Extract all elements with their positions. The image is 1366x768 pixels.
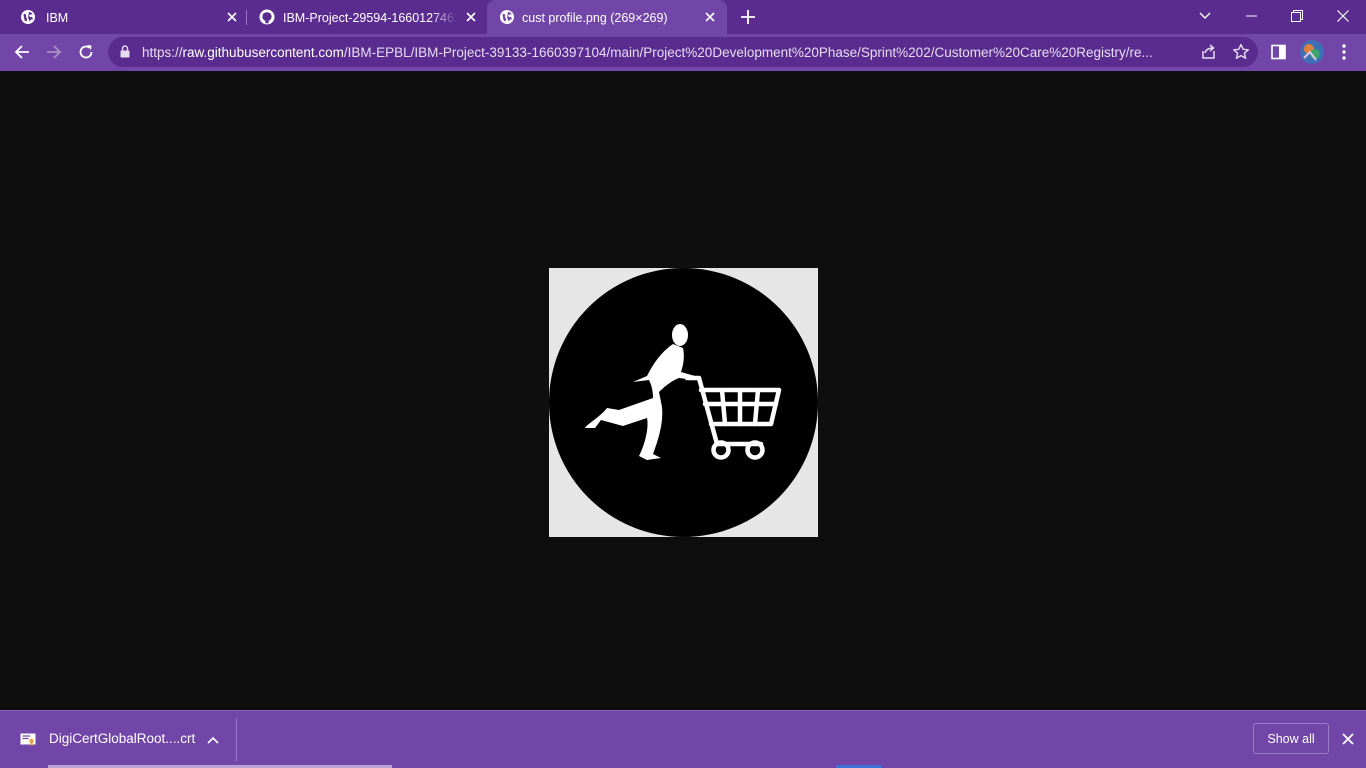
- url-text[interactable]: https://raw.githubusercontent.com/IBM-EP…: [142, 44, 1187, 61]
- tab-search-button[interactable]: [1182, 0, 1228, 32]
- arrow-left-icon: [14, 45, 29, 59]
- chevron-down-icon: [1199, 12, 1211, 19]
- globe-icon: [21, 10, 35, 24]
- tab-title: IBM-Project-29594-1660127462/Project: [283, 11, 457, 25]
- minimize-icon: [1245, 15, 1257, 17]
- star-icon[interactable]: [1232, 43, 1250, 61]
- close-icon: [1342, 733, 1354, 745]
- arrow-right-icon: [47, 45, 62, 59]
- tab-title: IBM: [46, 11, 69, 25]
- url-host: raw.githubusercontent.com: [182, 45, 344, 60]
- back-button[interactable]: [10, 40, 34, 64]
- profile-avatar[interactable]: [1300, 40, 1324, 64]
- browser-window: IBM IBM-Project-29594-1660127462/Project: [0, 0, 1366, 768]
- restore-icon: [1291, 10, 1303, 22]
- globe-icon: [500, 10, 514, 24]
- download-shelf: DigiCertGlobalRoot....crt Show all: [0, 710, 1366, 768]
- tab-title: cust profile.png (269×269): [522, 11, 668, 25]
- tab-ibm[interactable]: IBM: [0, 0, 246, 34]
- chevron-up-icon: [207, 736, 219, 744]
- close-icon[interactable]: [702, 9, 718, 25]
- show-all-button[interactable]: Show all: [1253, 723, 1329, 754]
- download-item[interactable]: DigiCertGlobalRoot....crt: [0, 711, 236, 768]
- new-tab-button[interactable]: [738, 7, 758, 27]
- browser-menu-button[interactable]: [1332, 40, 1356, 64]
- side-panel-button[interactable]: [1267, 40, 1291, 64]
- github-icon: [259, 9, 275, 25]
- shelf-divider: [236, 718, 237, 761]
- address-bar[interactable]: https://raw.githubusercontent.com/IBM-EP…: [108, 37, 1258, 67]
- plus-icon: [741, 10, 755, 24]
- page-content: [0, 71, 1366, 710]
- toolbar: https://raw.githubusercontent.com/IBM-EP…: [0, 34, 1366, 71]
- side-panel-icon: [1271, 44, 1286, 60]
- close-icon[interactable]: [224, 9, 240, 25]
- download-file-name: DigiCertGlobalRoot....crt: [49, 731, 196, 746]
- forward-button[interactable]: [42, 40, 66, 64]
- url-path: /IBM-EPBL/IBM-Project-39133-1660397104/m…: [343, 45, 1153, 60]
- certificate-icon: [20, 733, 36, 746]
- tab-cust-profile[interactable]: cust profile.png (269×269): [487, 0, 727, 34]
- tab-strip: IBM IBM-Project-29594-1660127462/Project: [0, 0, 1366, 34]
- share-icon[interactable]: [1200, 43, 1218, 61]
- restore-button[interactable]: [1274, 0, 1320, 32]
- more-vertical-icon: [1342, 44, 1346, 60]
- reload-button[interactable]: [74, 40, 98, 64]
- viewed-image[interactable]: [549, 268, 818, 537]
- shopping-cart-runner-icon: [549, 268, 818, 537]
- url-prefix: https://: [142, 45, 183, 60]
- lock-icon[interactable]: [120, 45, 130, 58]
- close-shelf-button[interactable]: [1339, 730, 1357, 748]
- close-window-button[interactable]: [1320, 0, 1366, 32]
- close-icon: [1337, 10, 1349, 22]
- close-icon[interactable]: [463, 9, 479, 25]
- minimize-button[interactable]: [1228, 0, 1274, 32]
- reload-icon: [79, 45, 93, 59]
- download-options-button[interactable]: [204, 731, 222, 749]
- tab-github-project[interactable]: IBM-Project-29594-1660127462/Project: [247, 0, 486, 34]
- avatar-icon: [1300, 40, 1324, 64]
